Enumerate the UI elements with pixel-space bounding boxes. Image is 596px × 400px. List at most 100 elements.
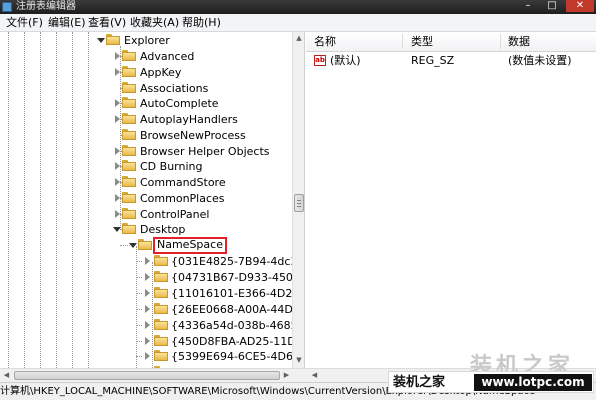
expand-arrow-icon[interactable] (113, 227, 121, 233)
tree-node-label: CommandStore (140, 176, 226, 189)
scroll-left-arrow-icon[interactable]: ◀ (308, 369, 321, 382)
expand-arrow-icon[interactable] (97, 38, 105, 43)
collapse-arrow-icon[interactable] (115, 99, 120, 108)
folder-icon (122, 128, 136, 140)
menu-favorites[interactable]: 收藏夹(A) (128, 15, 181, 30)
value-type: REG_SZ (411, 54, 455, 67)
tree-node[interactable]: Browser Helper Objects (0, 144, 292, 159)
tree-node-clsid[interactable]: {11016101-E366-4D22-BC0 (0, 286, 292, 301)
tree-guide-line (136, 308, 142, 310)
tree-node-label: Advanced (140, 50, 195, 63)
folder-icon (106, 34, 120, 45)
collapse-arrow-icon[interactable] (145, 352, 150, 361)
value-name: (默认) (330, 54, 361, 67)
tree-horizontal-scrollbar[interactable]: ◀ ▶ (0, 368, 306, 382)
tree-node-label: {26EE0668-A00A-44D7-937 (171, 302, 292, 316)
tree-node[interactable]: ControlPanel (0, 207, 292, 222)
tree-node-explorer[interactable]: Explorer (0, 33, 292, 48)
close-button[interactable]: ✕ (566, 0, 594, 12)
collapse-arrow-icon[interactable] (115, 52, 120, 60)
string-value-icon: ab (314, 55, 326, 66)
folder-icon (122, 176, 136, 187)
folder-icon (122, 81, 136, 93)
folder-icon (154, 255, 168, 266)
tree-node[interactable]: AutoComplete (0, 96, 292, 111)
tree-node-clsid[interactable]: {4336a54d-038b-4685-ab0 (0, 318, 292, 333)
minimize-button[interactable]: – (516, 0, 540, 12)
scroll-thumb[interactable] (14, 371, 280, 380)
folder-icon (122, 144, 136, 156)
values-list[interactable]: 名称 类型 数据 ab (默认) REG_SZ (数值未设置) (306, 32, 596, 368)
title-bar: 注册表编辑器 – □ ✕ (0, 0, 596, 14)
collapse-arrow-icon[interactable] (145, 272, 150, 281)
folder-icon (154, 334, 168, 346)
column-header-name[interactable]: 名称 (310, 32, 336, 51)
collapse-arrow-icon[interactable] (145, 320, 150, 329)
tree-node-label: CommonPlaces (140, 191, 225, 205)
menu-view[interactable]: 查看(V) (86, 15, 128, 30)
tree-guide-line (136, 340, 142, 342)
tree-node[interactable]: Advanced (0, 49, 292, 64)
tree-node-clsid[interactable]: {031E4825-7B94-4dc3-B13 (0, 254, 292, 269)
value-data: (数值未设置) (508, 54, 572, 67)
folder-icon (122, 207, 136, 219)
registry-tree[interactable]: Explorer Advanced AppKey Associations AutoC… (0, 32, 292, 368)
collapse-arrow-icon[interactable] (115, 193, 120, 202)
scroll-thumb[interactable] (294, 194, 304, 212)
collapse-arrow-icon[interactable] (145, 288, 150, 297)
collapse-arrow-icon[interactable] (115, 67, 120, 76)
folder-icon (154, 350, 168, 362)
collapse-arrow-icon[interactable] (115, 115, 120, 123)
tree-node[interactable]: CommonPlaces (0, 191, 292, 206)
tree-guide-line (136, 261, 142, 262)
scroll-up-arrow-icon[interactable]: ▲ (293, 32, 305, 45)
tree-node-label: {450D8FBA-AD25-11D0-98 (171, 334, 292, 348)
tree-node[interactable]: BrowseNewProcess (0, 128, 292, 143)
scroll-right-arrow-icon[interactable]: ▶ (280, 369, 293, 382)
collapse-arrow-icon[interactable] (115, 209, 120, 218)
scroll-down-arrow-icon[interactable]: ▼ (293, 354, 305, 367)
folder-icon (122, 113, 136, 124)
collapse-arrow-icon[interactable] (115, 178, 120, 186)
scroll-left-arrow-icon[interactable]: ◀ (0, 369, 13, 382)
tree-node-clsid[interactable]: {5399E694-6CE5-4D6C-8FC (0, 349, 292, 364)
tree-node[interactable]: Associations (0, 81, 292, 96)
maximize-button[interactable]: □ (540, 0, 564, 12)
tree-node-label: Associations (140, 81, 209, 95)
folder-icon (122, 223, 136, 235)
folder-icon (154, 270, 168, 282)
tree-node-namespace[interactable]: NameSpace (0, 237, 292, 254)
menu-help[interactable]: 帮助(H) (180, 15, 223, 30)
tree-node-clsid[interactable]: {04731B67-D933-450a-90E (0, 270, 292, 285)
collapse-arrow-icon[interactable] (115, 162, 120, 171)
tree-node[interactable]: AutoplayHandlers (0, 112, 292, 127)
collapse-arrow-icon[interactable] (115, 146, 120, 155)
collapse-arrow-icon[interactable] (145, 257, 150, 265)
folder-icon (122, 65, 136, 77)
tree-node-label: Browser Helper Objects (140, 144, 270, 158)
watermark-logo: 装机之家 www.lotpc.com (388, 371, 594, 393)
menu-edit[interactable]: 编辑(E) (46, 15, 88, 30)
column-header-type[interactable]: 类型 (407, 32, 433, 51)
tree-node-clsid[interactable]: {26EE0668-A00A-44D7-937 (0, 302, 292, 317)
column-header-data[interactable]: 数据 (504, 32, 530, 51)
tree-node-label: {4336a54d-038b-4685-ab0 (171, 318, 292, 332)
tree-vertical-scrollbar[interactable]: ▲ ▼ (292, 32, 305, 368)
collapse-arrow-icon[interactable] (145, 304, 150, 313)
tree-node-clsid[interactable]: {450D8FBA-AD25-11D0-98 (0, 334, 292, 349)
tree-node-label: BrowseNewProcess (140, 128, 246, 142)
collapse-arrow-icon[interactable] (145, 336, 150, 345)
expand-arrow-icon[interactable] (129, 243, 137, 248)
window-title: 注册表编辑器 (16, 1, 76, 12)
folder-icon (122, 191, 136, 203)
tree-node-label: AutoplayHandlers (140, 113, 238, 126)
menu-bar: 文件(F) 编辑(E) 查看(V) 收藏夹(A) 帮助(H) (0, 14, 596, 32)
folder-icon (154, 318, 168, 330)
folder-icon (122, 160, 136, 172)
tree-node[interactable]: AppKey (0, 65, 292, 80)
list-item[interactable]: ab (默认) REG_SZ (数值未设置) (306, 53, 596, 69)
tree-node[interactable]: Desktop (0, 222, 292, 237)
menu-file[interactable]: 文件(F) (4, 15, 45, 30)
tree-node[interactable]: CommandStore (0, 175, 292, 190)
tree-node[interactable]: CD Burning (0, 159, 292, 174)
